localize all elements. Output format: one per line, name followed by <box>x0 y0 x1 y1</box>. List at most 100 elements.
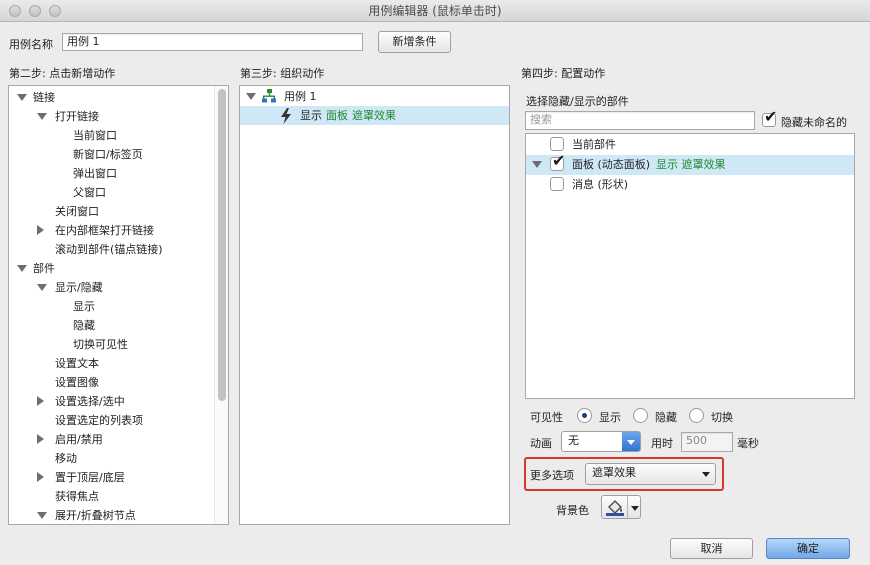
hide-unnamed-checkbox[interactable]: ✔ <box>762 109 777 127</box>
hide-unnamed-label: 隐藏未命名的 <box>781 116 847 129</box>
close-window-button[interactable] <box>9 5 21 17</box>
expanded-triangle-icon[interactable] <box>17 94 27 101</box>
widget-checkbox[interactable]: ✔ <box>550 153 565 171</box>
organize-actions-panel: 用例 1 显示 面板 遮罩效果 <box>239 85 510 525</box>
animation-select[interactable]: 无 <box>561 431 641 452</box>
action-tree-item-label: 弹出窗口 <box>73 167 117 180</box>
action-tree-item-label: 在内部框架打开链接 <box>55 224 154 237</box>
action-tree-item[interactable]: 置于顶层/底层 <box>9 468 213 487</box>
background-color-label: 背景色 <box>556 504 589 517</box>
picker-divider <box>627 496 628 518</box>
action-tree-item[interactable]: 设置文本 <box>9 354 213 373</box>
action-row[interactable]: 显示 面板 遮罩效果 <box>240 106 509 125</box>
visibility-hide-label: 隐藏 <box>655 411 677 424</box>
widget-list-item[interactable]: 当前部件 <box>526 135 854 155</box>
action-tree-item[interactable]: 切换可见性 <box>9 335 213 354</box>
action-tree-item[interactable]: 关闭窗口 <box>9 202 213 221</box>
action-tree-item[interactable]: 在内部框架打开链接 <box>9 221 213 240</box>
action-tree-item-label: 关闭窗口 <box>55 205 99 218</box>
action-tree-item[interactable]: 部件 <box>9 259 213 278</box>
expanded-triangle-icon[interactable] <box>37 512 47 519</box>
action-tree-item-label: 获得焦点 <box>55 490 99 503</box>
collapsed-triangle-icon[interactable] <box>37 396 44 406</box>
action-tree-item[interactable]: 新窗口/标签页 <box>9 145 213 164</box>
animation-dropdown-icon <box>622 432 640 451</box>
action-effect: 遮罩效果 <box>352 109 396 122</box>
duration-unit: 毫秒 <box>737 437 759 450</box>
action-list-scrollbar[interactable] <box>214 86 228 524</box>
action-tree-item-label: 显示 <box>73 300 95 313</box>
action-tree-item-label: 展开/折叠树节点 <box>55 509 136 522</box>
action-tree-item[interactable]: 链接 <box>9 88 213 107</box>
widget-list-item[interactable]: 消息 (形状) <box>526 175 854 195</box>
ok-button[interactable]: 确定 <box>766 538 850 559</box>
background-color-picker[interactable] <box>601 495 641 519</box>
action-tree-item[interactable]: 设置选择/选中 <box>9 392 213 411</box>
action-target: 面板 <box>326 109 348 122</box>
widget-search-input[interactable]: 搜索 <box>525 111 755 130</box>
widget-label: 面板 (动态面板) <box>572 158 651 171</box>
action-verb: 显示 <box>300 109 322 122</box>
widget-checkbox[interactable] <box>550 177 564 191</box>
expanded-triangle-icon[interactable] <box>17 265 27 272</box>
action-tree-item[interactable]: 弹出窗口 <box>9 164 213 183</box>
widget-label: 当前部件 <box>572 138 616 151</box>
expanded-triangle-icon[interactable] <box>37 284 47 291</box>
more-options-select[interactable]: 遮罩效果 <box>585 463 716 485</box>
add-condition-button[interactable]: 新增条件 <box>378 31 451 53</box>
widget-list-item[interactable]: ✔ 面板 (动态面板) 显示 遮罩效果 <box>526 153 854 175</box>
action-tree-item[interactable]: 父窗口 <box>9 183 213 202</box>
action-tree-item-label: 启用/禁用 <box>55 433 103 446</box>
action-tree-item-label: 设置选择/选中 <box>55 395 125 408</box>
action-tree-item-label: 设置选定的列表项 <box>55 414 143 427</box>
action-list-panel: 链接 打开链接当前窗口新窗口/标签页弹出窗口父窗口关闭窗口在内部框架打开链接 滚动到… <box>8 85 229 525</box>
duration-input[interactable]: 500 <box>681 432 733 452</box>
action-tree-item[interactable]: 启用/禁用 <box>9 430 213 449</box>
case-tree-icon <box>262 89 276 103</box>
collapse-triangle-icon[interactable] <box>246 93 256 100</box>
action-tree-item[interactable]: 当前窗口 <box>9 126 213 145</box>
zoom-window-button[interactable] <box>49 5 61 17</box>
step2-title: 第二步: 点击新增动作 <box>9 67 116 80</box>
visibility-show-radio[interactable] <box>577 408 592 423</box>
collapsed-triangle-icon[interactable] <box>37 434 44 444</box>
visibility-toggle-radio[interactable] <box>689 408 704 423</box>
action-tree-item-label: 设置文本 <box>55 357 99 370</box>
action-tree-item-label: 部件 <box>33 262 55 275</box>
action-list-scroll-thumb[interactable] <box>218 89 226 401</box>
action-tree-item[interactable]: 展开/折叠树节点 <box>9 506 213 524</box>
action-tree-item[interactable]: 设置选定的列表项 <box>9 411 213 430</box>
collapsed-triangle-icon[interactable] <box>37 472 44 482</box>
case-name-input[interactable]: 用例 1 <box>62 33 363 51</box>
widget-label: 消息 (形状) <box>572 178 629 191</box>
cancel-button[interactable]: 取消 <box>670 538 753 559</box>
visibility-hide-radio[interactable] <box>633 408 648 423</box>
action-tree-item-label: 隐藏 <box>73 319 95 332</box>
action-tree-item[interactable]: 获得焦点 <box>9 487 213 506</box>
action-tree-item[interactable]: 移动 <box>9 449 213 468</box>
more-options-value: 遮罩效果 <box>592 466 636 479</box>
animation-value: 无 <box>568 434 579 447</box>
action-tree-item[interactable]: 设置图像 <box>9 373 213 392</box>
action-tree-item[interactable]: 显示 <box>9 297 213 316</box>
action-tree-item-label: 父窗口 <box>73 186 106 199</box>
lightning-icon <box>281 108 291 124</box>
collapsed-triangle-icon[interactable] <box>37 225 44 235</box>
widget-list-panel: 当前部件 ✔ 面板 (动态面板) 显示 遮罩效果 消息 (形状) <box>525 133 855 399</box>
action-tree-item[interactable]: 滚动到部件(锚点链接) <box>9 240 213 259</box>
minimize-window-button[interactable] <box>29 5 41 17</box>
case-row[interactable]: 用例 1 <box>240 87 509 106</box>
action-tree-item[interactable]: 隐藏 <box>9 316 213 335</box>
action-tree-item-label: 切换可见性 <box>73 338 128 351</box>
action-tree-item-label: 设置图像 <box>55 376 99 389</box>
widget-checkbox[interactable] <box>550 137 564 151</box>
action-tree-item[interactable]: 打开链接 <box>9 107 213 126</box>
action-tree-item[interactable]: 显示/隐藏 <box>9 278 213 297</box>
case-name-label: 用例名称 <box>9 38 53 51</box>
window-title: 用例编辑器 (鼠标单击时) <box>368 4 502 18</box>
expanded-triangle-icon[interactable] <box>532 161 542 168</box>
visibility-toggle-label: 切换 <box>711 411 733 424</box>
expanded-triangle-icon[interactable] <box>37 113 47 120</box>
action-tree-item-label: 滚动到部件(锚点链接) <box>55 243 163 256</box>
action-tree-item-label: 当前窗口 <box>73 129 117 142</box>
